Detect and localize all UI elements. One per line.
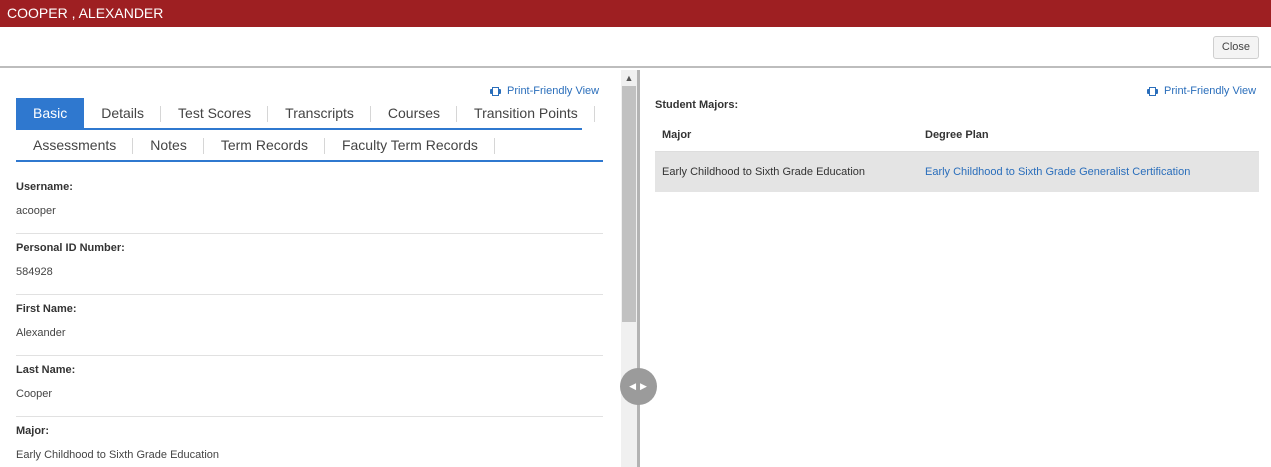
field-first-name: First Name: Alexander: [16, 295, 603, 356]
tabs-row-1: Basic Details Test Scores Transcripts Co…: [16, 98, 603, 129]
tab-term-records[interactable]: Term Records: [204, 130, 326, 160]
field-value: Early Childhood to Sixth Grade Education: [16, 449, 220, 461]
majors-table: Major Degree Plan Early Childhood to Six…: [655, 120, 1259, 192]
table-row: Early Childhood to Sixth Grade Education…: [655, 151, 1259, 192]
left-pane-scrollbar[interactable]: ▲: [621, 70, 637, 467]
print-friendly-label: Print-Friendly View: [1164, 85, 1257, 97]
scroll-thumb[interactable]: [622, 86, 636, 322]
close-button[interactable]: Close: [1212, 36, 1259, 59]
column-header-degree-plan: Degree Plan: [918, 120, 1259, 152]
field-value: Alexander: [16, 327, 66, 339]
print-friendly-link-left[interactable]: Print-Friendly View: [490, 85, 599, 97]
field-label: Personal ID Number:: [16, 242, 125, 254]
tab-basic[interactable]: Basic: [16, 98, 85, 129]
printer-icon: [490, 86, 501, 96]
field-value: 584928: [16, 266, 53, 278]
field-label: Last Name:: [16, 364, 76, 376]
left-pane: Print-Friendly View Basic Details Test S…: [0, 70, 620, 467]
tab-courses[interactable]: Courses: [371, 98, 458, 129]
tab-faculty-term-records[interactable]: Faculty Term Records: [325, 130, 495, 160]
column-header-major: Major: [655, 120, 918, 152]
toolbar: Close: [0, 27, 1271, 68]
field-value: acooper: [16, 205, 56, 217]
page-title: COOPER , ALEXANDER: [7, 5, 164, 21]
right-pane: Print-Friendly View Student Majors: Majo…: [640, 70, 1271, 467]
tab-assessments[interactable]: Assessments: [16, 130, 134, 160]
field-label: Major:: [16, 425, 49, 437]
student-majors-title: Student Majors:: [655, 99, 739, 111]
field-personal-id: Personal ID Number: 584928: [16, 234, 603, 295]
printer-icon: [1147, 86, 1158, 96]
tab-transcripts[interactable]: Transcripts: [268, 98, 371, 129]
student-name-header: COOPER , ALEXANDER: [0, 0, 1271, 27]
tabs-row-2: Assessments Notes Term Records Faculty T…: [16, 130, 603, 162]
field-value: Cooper: [16, 388, 53, 400]
major-cell: Early Childhood to Sixth Grade Education: [655, 151, 918, 192]
tab-transition-points[interactable]: Transition Points: [457, 98, 595, 129]
field-label: Username:: [16, 181, 73, 193]
print-friendly-label: Print-Friendly View: [507, 85, 600, 97]
tab-test-scores[interactable]: Test Scores: [161, 98, 269, 129]
degree-plan-cell: Early Childhood to Sixth Grade Generalis…: [918, 151, 1259, 192]
print-friendly-link-right[interactable]: Print-Friendly View: [1147, 85, 1256, 97]
degree-plan-link[interactable]: Early Childhood to Sixth Grade Generalis…: [925, 166, 1190, 178]
field-username: Username: acooper: [16, 173, 603, 234]
field-label: First Name:: [16, 303, 77, 315]
field-major: Major: Early Childhood to Sixth Grade Ed…: [16, 417, 603, 467]
chevron-up-icon[interactable]: ▲: [621, 70, 637, 86]
tab-notes[interactable]: Notes: [133, 130, 204, 160]
field-last-name: Last Name: Cooper: [16, 356, 603, 417]
tab-details[interactable]: Details: [84, 98, 161, 129]
basic-fields: Username: acooper Personal ID Number: 58…: [16, 173, 603, 467]
